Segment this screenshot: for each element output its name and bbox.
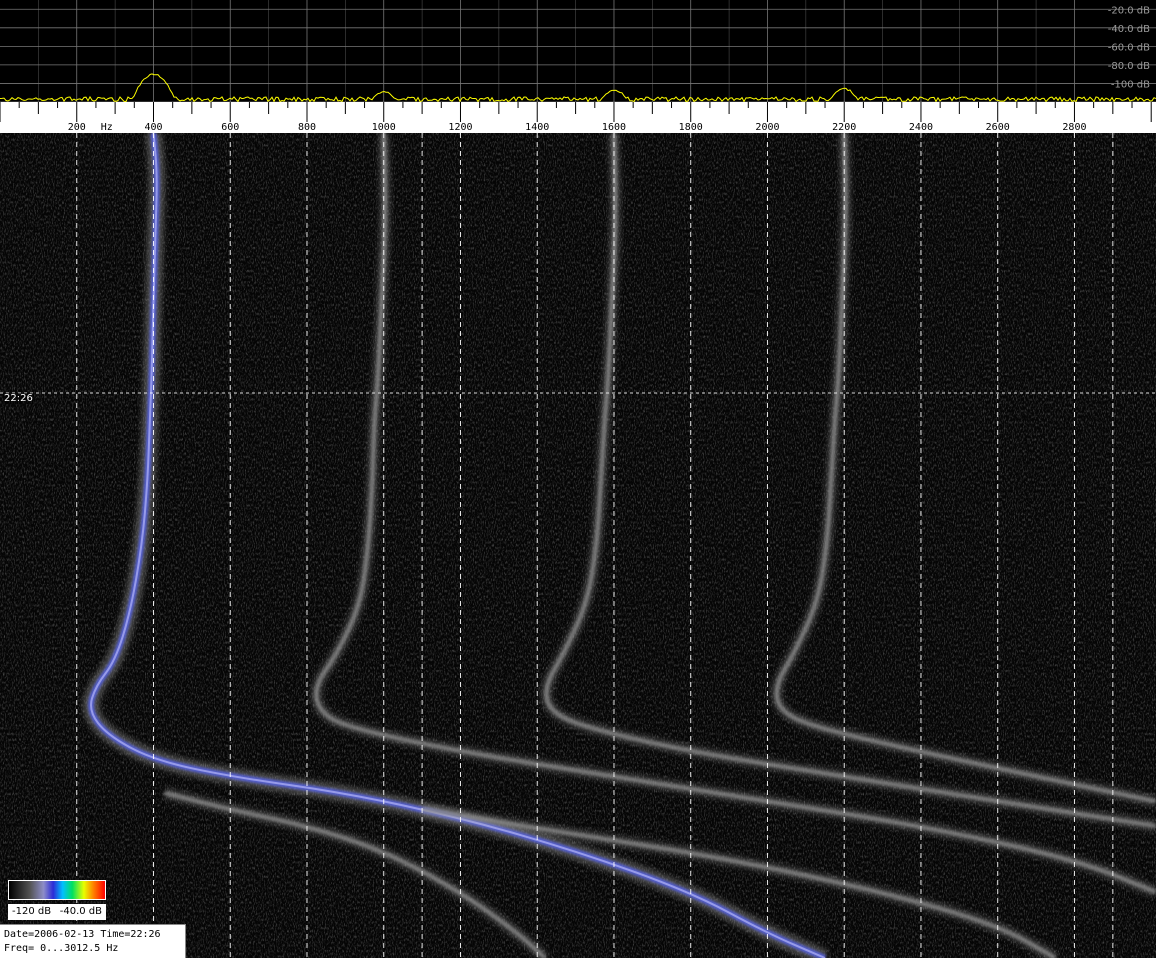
date-time-text: Date=2006-02-13 Time=22:26 [4, 929, 161, 940]
ruler-tick-label: 1800 [679, 122, 703, 133]
ruler-tick-label: 800 [298, 122, 316, 133]
ruler-tick-label: 200 [68, 122, 86, 133]
spectrogram-window: -20.0 dB -40.0 dB -60.0 dB -80.0 dB -100 dB … [0, 0, 1156, 958]
ruler-background [0, 102, 1156, 133]
info-box: Date=2006-02-13 Time=22:26 Freq= 0...301… [0, 924, 186, 958]
color-legend: -120 dB -40.0 dB [4, 880, 106, 920]
ruler-tick-label: 2000 [755, 122, 779, 133]
spectrum-background [0, 0, 1156, 102]
ruler-tick-label: 2800 [1062, 122, 1086, 133]
spectrum-db-label: -100 dB [1111, 79, 1150, 90]
waterfall-plot [0, 133, 1156, 958]
time-marker-label: 22:26 [3, 393, 34, 404]
spectrum-db-label: -60.0 dB [1108, 42, 1150, 53]
frequency-ruler: 200 400 600 800 1000 1200 1400 1600 1800 2000 2200… [0, 102, 1156, 133]
spectrum-db-label: -80.0 dB [1108, 61, 1150, 72]
ruler-unit-label: Hz [101, 122, 113, 133]
ruler-tick-label: 1000 [372, 122, 396, 133]
ruler-tick-label: 1400 [525, 122, 549, 133]
colorbar-min-label: -120 dB [12, 906, 52, 917]
colorbar-labels: -120 dB -40.0 dB [8, 904, 106, 920]
spectrum-plot: -20.0 dB -40.0 dB -60.0 dB -80.0 dB -100 dB [0, 0, 1156, 102]
ruler-tick-label: 1600 [602, 122, 626, 133]
ruler-tick-label: 1200 [448, 122, 472, 133]
ruler-tick-label: 2600 [986, 122, 1010, 133]
ruler-tick-label: 600 [221, 122, 239, 133]
colorbar-max-label: -40.0 dB [59, 906, 102, 917]
ruler-tick-label: 2200 [832, 122, 856, 133]
spectrum-db-label: -40.0 dB [1108, 24, 1150, 35]
colorbar [8, 880, 106, 900]
freq-range-text: Freq= 0...3012.5 Hz [4, 943, 119, 954]
spectrum-db-label: -20.0 dB [1108, 5, 1150, 16]
ruler-tick-label: 400 [144, 122, 162, 133]
ruler-tick-label: 2400 [909, 122, 933, 133]
